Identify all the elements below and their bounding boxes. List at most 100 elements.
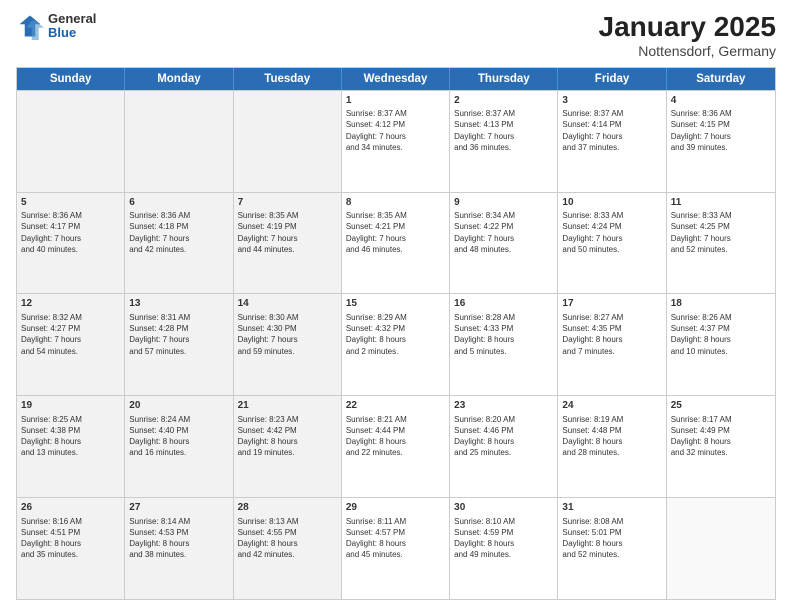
calendar-row: 26Sunrise: 8:16 AM Sunset: 4:51 PM Dayli…	[17, 497, 775, 599]
calendar-cell: 5Sunrise: 8:36 AM Sunset: 4:17 PM Daylig…	[17, 193, 125, 294]
calendar-cell: 24Sunrise: 8:19 AM Sunset: 4:48 PM Dayli…	[558, 396, 666, 497]
calendar-cell: 19Sunrise: 8:25 AM Sunset: 4:38 PM Dayli…	[17, 396, 125, 497]
calendar-cell: 22Sunrise: 8:21 AM Sunset: 4:44 PM Dayli…	[342, 396, 450, 497]
calendar-header: SundayMondayTuesdayWednesdayThursdayFrid…	[17, 68, 775, 90]
day-number: 21	[238, 399, 337, 413]
day-number: 11	[671, 196, 771, 210]
day-number: 3	[562, 94, 661, 108]
cell-info: Sunrise: 8:23 AM Sunset: 4:42 PM Dayligh…	[238, 414, 337, 459]
calendar-cell: 6Sunrise: 8:36 AM Sunset: 4:18 PM Daylig…	[125, 193, 233, 294]
calendar-cell: 30Sunrise: 8:10 AM Sunset: 4:59 PM Dayli…	[450, 498, 558, 599]
calendar-row: 5Sunrise: 8:36 AM Sunset: 4:17 PM Daylig…	[17, 192, 775, 294]
calendar-cell: 18Sunrise: 8:26 AM Sunset: 4:37 PM Dayli…	[667, 294, 775, 395]
calendar-cell: 10Sunrise: 8:33 AM Sunset: 4:24 PM Dayli…	[558, 193, 666, 294]
cell-info: Sunrise: 8:29 AM Sunset: 4:32 PM Dayligh…	[346, 312, 445, 357]
day-number: 17	[562, 297, 661, 311]
calendar-cell: 14Sunrise: 8:30 AM Sunset: 4:30 PM Dayli…	[234, 294, 342, 395]
cell-info: Sunrise: 8:35 AM Sunset: 4:19 PM Dayligh…	[238, 210, 337, 255]
day-number: 27	[129, 501, 228, 515]
day-number: 19	[21, 399, 120, 413]
calendar-cell: 9Sunrise: 8:34 AM Sunset: 4:22 PM Daylig…	[450, 193, 558, 294]
calendar-cell: 8Sunrise: 8:35 AM Sunset: 4:21 PM Daylig…	[342, 193, 450, 294]
calendar-row: 1Sunrise: 8:37 AM Sunset: 4:12 PM Daylig…	[17, 90, 775, 192]
calendar-cell: 25Sunrise: 8:17 AM Sunset: 4:49 PM Dayli…	[667, 396, 775, 497]
cell-info: Sunrise: 8:11 AM Sunset: 4:57 PM Dayligh…	[346, 516, 445, 561]
title-block: January 2025 Nottensdorf, Germany	[599, 12, 776, 59]
calendar: SundayMondayTuesdayWednesdayThursdayFrid…	[16, 67, 776, 600]
cell-info: Sunrise: 8:37 AM Sunset: 4:13 PM Dayligh…	[454, 108, 553, 153]
day-number: 2	[454, 94, 553, 108]
day-number: 20	[129, 399, 228, 413]
day-number: 9	[454, 196, 553, 210]
day-number: 18	[671, 297, 771, 311]
cell-info: Sunrise: 8:17 AM Sunset: 4:49 PM Dayligh…	[671, 414, 771, 459]
calendar-cell	[667, 498, 775, 599]
day-number: 28	[238, 501, 337, 515]
calendar-cell: 20Sunrise: 8:24 AM Sunset: 4:40 PM Dayli…	[125, 396, 233, 497]
calendar-cell: 13Sunrise: 8:31 AM Sunset: 4:28 PM Dayli…	[125, 294, 233, 395]
calendar-cell: 12Sunrise: 8:32 AM Sunset: 4:27 PM Dayli…	[17, 294, 125, 395]
calendar-cell: 1Sunrise: 8:37 AM Sunset: 4:12 PM Daylig…	[342, 91, 450, 192]
cell-info: Sunrise: 8:33 AM Sunset: 4:24 PM Dayligh…	[562, 210, 661, 255]
calendar-cell: 28Sunrise: 8:13 AM Sunset: 4:55 PM Dayli…	[234, 498, 342, 599]
day-number: 5	[21, 196, 120, 210]
logo-text: General Blue	[48, 12, 96, 41]
logo-blue-label: Blue	[48, 26, 96, 40]
calendar-cell: 31Sunrise: 8:08 AM Sunset: 5:01 PM Dayli…	[558, 498, 666, 599]
weekday-header: Wednesday	[342, 68, 450, 90]
cell-info: Sunrise: 8:20 AM Sunset: 4:46 PM Dayligh…	[454, 414, 553, 459]
cell-info: Sunrise: 8:16 AM Sunset: 4:51 PM Dayligh…	[21, 516, 120, 561]
calendar-cell: 15Sunrise: 8:29 AM Sunset: 4:32 PM Dayli…	[342, 294, 450, 395]
cell-info: Sunrise: 8:21 AM Sunset: 4:44 PM Dayligh…	[346, 414, 445, 459]
weekday-header: Sunday	[17, 68, 125, 90]
day-number: 14	[238, 297, 337, 311]
logo-general-label: General	[48, 12, 96, 26]
calendar-cell: 16Sunrise: 8:28 AM Sunset: 4:33 PM Dayli…	[450, 294, 558, 395]
cell-info: Sunrise: 8:31 AM Sunset: 4:28 PM Dayligh…	[129, 312, 228, 357]
calendar-cell	[17, 91, 125, 192]
day-number: 22	[346, 399, 445, 413]
calendar-cell: 23Sunrise: 8:20 AM Sunset: 4:46 PM Dayli…	[450, 396, 558, 497]
calendar-cell: 17Sunrise: 8:27 AM Sunset: 4:35 PM Dayli…	[558, 294, 666, 395]
logo: General Blue	[16, 12, 96, 41]
cell-info: Sunrise: 8:10 AM Sunset: 4:59 PM Dayligh…	[454, 516, 553, 561]
cell-info: Sunrise: 8:08 AM Sunset: 5:01 PM Dayligh…	[562, 516, 661, 561]
cell-info: Sunrise: 8:37 AM Sunset: 4:14 PM Dayligh…	[562, 108, 661, 153]
cell-info: Sunrise: 8:28 AM Sunset: 4:33 PM Dayligh…	[454, 312, 553, 357]
day-number: 31	[562, 501, 661, 515]
day-number: 12	[21, 297, 120, 311]
calendar-cell: 27Sunrise: 8:14 AM Sunset: 4:53 PM Dayli…	[125, 498, 233, 599]
day-number: 6	[129, 196, 228, 210]
day-number: 15	[346, 297, 445, 311]
weekday-header: Monday	[125, 68, 233, 90]
cell-info: Sunrise: 8:19 AM Sunset: 4:48 PM Dayligh…	[562, 414, 661, 459]
day-number: 16	[454, 297, 553, 311]
logo-icon	[16, 12, 44, 40]
weekday-header: Saturday	[667, 68, 775, 90]
cell-info: Sunrise: 8:14 AM Sunset: 4:53 PM Dayligh…	[129, 516, 228, 561]
day-number: 30	[454, 501, 553, 515]
page: General Blue January 2025 Nottensdorf, G…	[0, 0, 792, 612]
cell-info: Sunrise: 8:27 AM Sunset: 4:35 PM Dayligh…	[562, 312, 661, 357]
cell-info: Sunrise: 8:33 AM Sunset: 4:25 PM Dayligh…	[671, 210, 771, 255]
cell-info: Sunrise: 8:24 AM Sunset: 4:40 PM Dayligh…	[129, 414, 228, 459]
calendar-cell: 11Sunrise: 8:33 AM Sunset: 4:25 PM Dayli…	[667, 193, 775, 294]
calendar-cell	[234, 91, 342, 192]
day-number: 24	[562, 399, 661, 413]
calendar-cell	[125, 91, 233, 192]
cell-info: Sunrise: 8:35 AM Sunset: 4:21 PM Dayligh…	[346, 210, 445, 255]
day-number: 23	[454, 399, 553, 413]
cell-info: Sunrise: 8:36 AM Sunset: 4:15 PM Dayligh…	[671, 108, 771, 153]
day-number: 10	[562, 196, 661, 210]
calendar-row: 19Sunrise: 8:25 AM Sunset: 4:38 PM Dayli…	[17, 395, 775, 497]
calendar-cell: 26Sunrise: 8:16 AM Sunset: 4:51 PM Dayli…	[17, 498, 125, 599]
calendar-row: 12Sunrise: 8:32 AM Sunset: 4:27 PM Dayli…	[17, 293, 775, 395]
day-number: 7	[238, 196, 337, 210]
cell-info: Sunrise: 8:37 AM Sunset: 4:12 PM Dayligh…	[346, 108, 445, 153]
day-number: 13	[129, 297, 228, 311]
calendar-cell: 2Sunrise: 8:37 AM Sunset: 4:13 PM Daylig…	[450, 91, 558, 192]
day-number: 29	[346, 501, 445, 515]
day-number: 1	[346, 94, 445, 108]
calendar-cell: 21Sunrise: 8:23 AM Sunset: 4:42 PM Dayli…	[234, 396, 342, 497]
day-number: 26	[21, 501, 120, 515]
